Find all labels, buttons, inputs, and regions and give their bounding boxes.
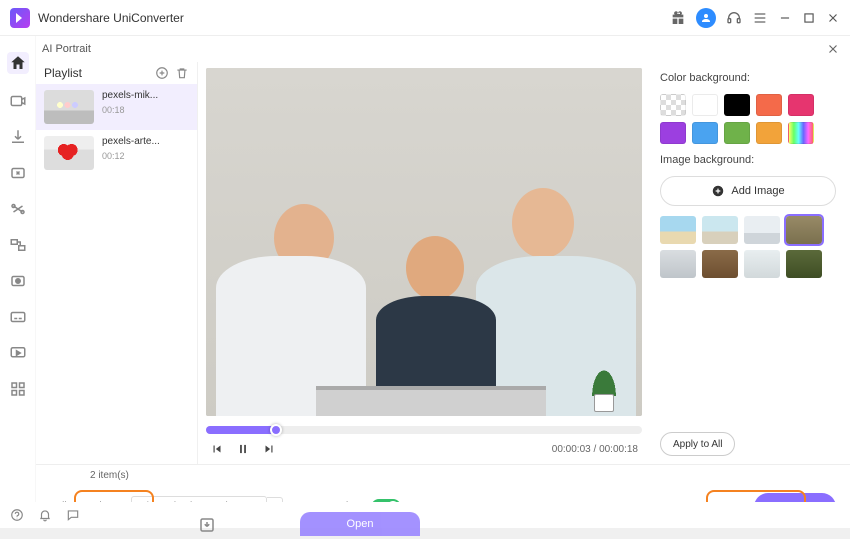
panel-title: AI Portrait: [42, 43, 91, 55]
status-bar: Open: [0, 502, 850, 528]
video-preview: [206, 68, 642, 416]
plus-icon: [711, 184, 725, 198]
add-item-icon[interactable]: [155, 66, 169, 80]
user-icon[interactable]: [696, 8, 716, 28]
delete-item-icon[interactable]: [175, 66, 189, 80]
background-panel: Color background: Image background:: [650, 62, 850, 464]
item-duration: 00:12: [102, 151, 160, 161]
image-bg-label: Image background:: [660, 154, 836, 166]
help-icon[interactable]: [10, 508, 24, 522]
app-window: Wondershare UniConverter AI: [0, 0, 850, 528]
nav-record-icon[interactable]: [9, 272, 27, 290]
nav-subtitle-icon[interactable]: [9, 308, 27, 326]
swatch-white[interactable]: [692, 94, 718, 116]
playlist-item[interactable]: pexels-mik... 00:18: [36, 84, 197, 130]
item-name: pexels-arte...: [102, 136, 160, 147]
app-logo: [10, 8, 30, 28]
swatch-rainbow[interactable]: [788, 122, 814, 144]
open-button[interactable]: Open: [300, 512, 420, 536]
playlist-panel: Playlist pexels-mik... 00:18: [36, 62, 198, 464]
nav-home-icon[interactable]: [7, 52, 29, 74]
prev-button[interactable]: [210, 442, 224, 456]
nav-edit-icon[interactable]: [9, 200, 27, 218]
titlebar: Wondershare UniConverter: [0, 0, 850, 36]
playlist-item[interactable]: pexels-arte... 00:12: [36, 130, 197, 176]
swatch-green[interactable]: [724, 122, 750, 144]
bg-thumb[interactable]: [744, 216, 780, 244]
bg-thumb[interactable]: [702, 216, 738, 244]
bg-thumb[interactable]: [744, 250, 780, 278]
bg-thumb[interactable]: [660, 250, 696, 278]
bg-thumb[interactable]: [702, 250, 738, 278]
playlist-title: Playlist: [44, 66, 82, 80]
preview-area: 00:00:03 / 00:00:18: [198, 62, 650, 464]
minimize-button[interactable]: [778, 11, 792, 25]
nav-merge-icon[interactable]: [9, 236, 27, 254]
timecode: 00:00:03 / 00:00:18: [552, 444, 642, 455]
download-indicator-icon[interactable]: [198, 516, 216, 534]
item-count: 2 item(s): [90, 470, 129, 481]
left-rail: [0, 36, 36, 528]
swatch-orange[interactable]: [756, 94, 782, 116]
bg-thumb[interactable]: [786, 216, 822, 244]
headset-icon[interactable]: [726, 10, 742, 26]
image-thumbnails: [660, 216, 836, 278]
app-title: Wondershare UniConverter: [38, 11, 184, 25]
swatch-amber[interactable]: [756, 122, 782, 144]
add-image-button[interactable]: Add Image: [660, 176, 836, 206]
nav-player-icon[interactable]: [9, 344, 27, 362]
bell-icon[interactable]: [38, 508, 52, 522]
swatch-purple[interactable]: [660, 122, 686, 144]
feedback-icon[interactable]: [66, 508, 80, 522]
bg-thumb[interactable]: [786, 250, 822, 278]
next-button[interactable]: [262, 442, 276, 456]
thumbnail: [44, 136, 94, 170]
panel-close-icon[interactable]: [826, 42, 840, 56]
swatch-transparent[interactable]: [660, 94, 686, 116]
gift-icon[interactable]: [670, 10, 686, 26]
color-swatches: [660, 94, 836, 144]
pause-button[interactable]: [236, 442, 250, 456]
apply-all-button[interactable]: Apply to All: [660, 432, 735, 456]
color-bg-label: Color background:: [660, 72, 836, 84]
bg-thumb[interactable]: [660, 216, 696, 244]
item-name: pexels-mik...: [102, 90, 158, 101]
nav-toolbox-icon[interactable]: [9, 380, 27, 398]
maximize-button[interactable]: [802, 11, 816, 25]
swatch-black[interactable]: [724, 94, 750, 116]
thumbnail: [44, 90, 94, 124]
nav-download-icon[interactable]: [9, 128, 27, 146]
nav-video-icon[interactable]: [9, 92, 27, 110]
swatch-blue[interactable]: [692, 122, 718, 144]
seek-bar[interactable]: [206, 426, 642, 434]
nav-compress-icon[interactable]: [9, 164, 27, 182]
menu-icon[interactable]: [752, 10, 768, 26]
swatch-pink[interactable]: [788, 94, 814, 116]
item-duration: 00:18: [102, 105, 158, 115]
close-button[interactable]: [826, 11, 840, 25]
